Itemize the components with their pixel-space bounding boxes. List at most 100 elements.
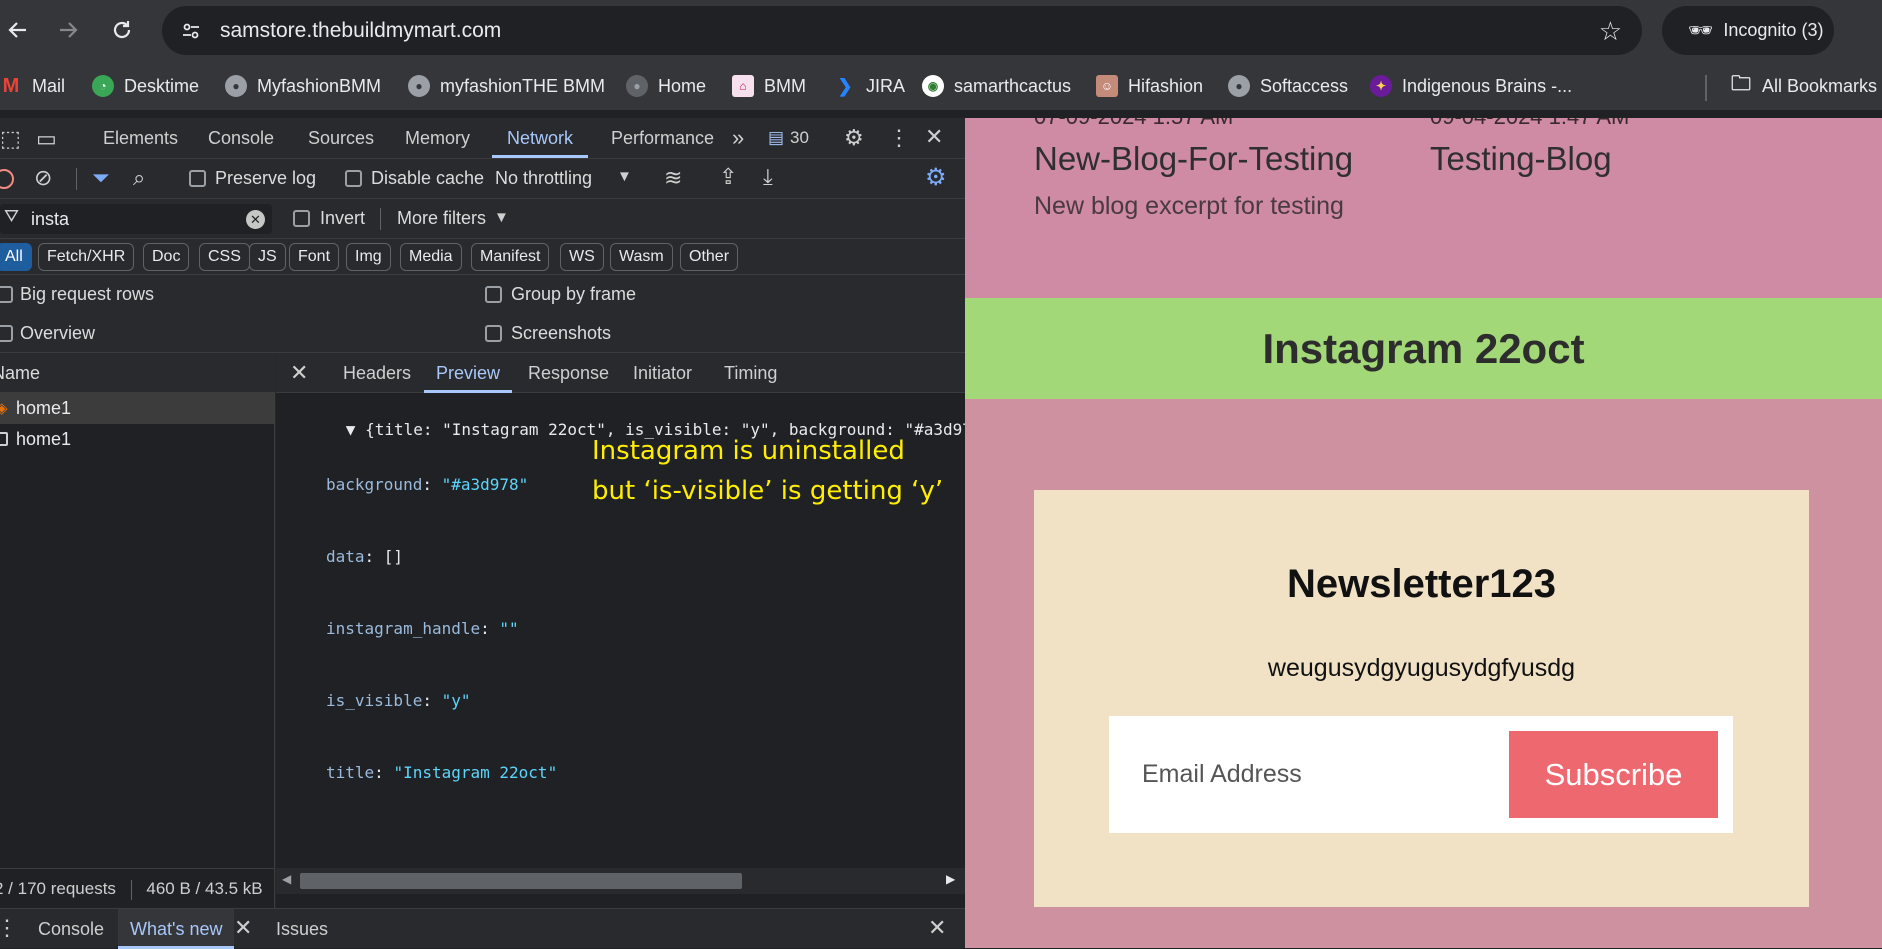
network-settings-gear-icon[interactable]: ⚙ <box>925 163 947 192</box>
type-filter-wasm[interactable]: Wasm <box>610 243 673 271</box>
type-filter-font[interactable]: Font <box>289 243 340 271</box>
screenshots-checkbox[interactable] <box>485 325 502 342</box>
url-text[interactable]: samstore.thebuildmymart.com <box>220 19 501 43</box>
bookmark-indigenous-brains[interactable]: ✦ Indigenous Brains -... <box>1370 73 1572 99</box>
tab-console[interactable]: Console <box>208 118 274 158</box>
blog-title[interactable]: Testing-Blog <box>1430 140 1612 178</box>
tab-initiator[interactable]: Initiator <box>633 353 692 393</box>
bookmark-label: JIRA <box>866 75 906 96</box>
arrow-right-icon <box>60 22 78 38</box>
bookmark-softaccess[interactable]: ● Softaccess <box>1228 73 1348 99</box>
filter-input[interactable]: insta <box>31 209 69 230</box>
messages-icon[interactable]: ▤ <box>768 128 784 148</box>
close-devtools-icon[interactable]: ✕ <box>925 124 943 150</box>
tab-headers[interactable]: Headers <box>343 353 411 393</box>
device-toolbar-icon[interactable]: ▭ <box>36 126 57 152</box>
tab-elements[interactable]: Elements <box>103 118 178 158</box>
import-har-icon[interactable]: ⇪ <box>719 164 737 190</box>
disable-cache-checkbox[interactable] <box>345 170 362 187</box>
devtools-tabbar: ⬚ ▭ Elements Console Sources Memory Netw… <box>0 118 965 159</box>
bookmark-myfashionthebmm[interactable]: ● myfashionTHE BMM <box>408 73 605 99</box>
tab-sources[interactable]: Sources <box>308 118 374 158</box>
tab-network[interactable]: Network <box>492 118 589 158</box>
type-filter-manifest[interactable]: Manifest <box>471 243 550 271</box>
drawer-tab-console[interactable]: Console <box>38 909 104 949</box>
bookmark-myfashionbmm[interactable]: ● MyfashionBMM <box>225 73 381 99</box>
record-stop-icon[interactable] <box>0 169 14 189</box>
request-row[interactable]: home1 <box>0 424 275 455</box>
back-button[interactable] <box>0 12 36 48</box>
drawer-tab-whats-new[interactable]: What's new <box>118 909 235 949</box>
bookmark-desktime[interactable]: ◔ Desktime <box>92 73 199 99</box>
more-filters-button[interactable]: More filters <box>397 208 486 229</box>
preserve-log-checkbox[interactable] <box>189 170 206 187</box>
drawer-tab-issues[interactable]: Issues <box>276 909 328 949</box>
type-filter-css[interactable]: CSS <box>199 243 250 271</box>
clear-icon[interactable]: ⊘ <box>34 165 52 191</box>
bookmark-home[interactable]: ● Home <box>626 73 706 99</box>
all-bookmarks-button[interactable]: 🗀 All Bookmarks <box>1730 73 1877 99</box>
type-filter-doc[interactable]: Doc <box>143 243 190 271</box>
horizontal-scrollbar[interactable]: ◀ ▶ <box>276 868 965 894</box>
throttling-select[interactable]: No throttling <box>495 168 592 189</box>
more-options-icon[interactable]: ⋮ <box>888 125 910 151</box>
big-request-rows-checkbox[interactable] <box>0 286 13 303</box>
close-drawer-icon[interactable]: ✕ <box>928 915 946 941</box>
jira-icon: ❯ <box>837 75 853 96</box>
blog-excerpt: New blog excerpt for testing <box>1034 192 1344 220</box>
throttling-dropdown-icon[interactable]: ▼ <box>617 168 632 185</box>
email-input[interactable] <box>1109 716 1489 833</box>
close-detail-icon[interactable]: ✕ <box>290 360 308 386</box>
scrollbar-thumb[interactable] <box>300 873 742 889</box>
request-row[interactable]: ◈ home1 <box>0 393 275 424</box>
overview-checkbox[interactable] <box>0 325 13 342</box>
globe-icon: ● <box>225 75 247 97</box>
tab-performance[interactable]: Performance <box>611 118 714 158</box>
tab-response[interactable]: Response <box>528 353 609 393</box>
export-har-icon[interactable]: ⤓ <box>763 164 773 190</box>
type-filter-media[interactable]: Media <box>400 243 462 271</box>
close-whats-new-icon[interactable]: ✕ <box>234 915 252 941</box>
more-filters-dropdown-icon[interactable]: ▼ <box>494 209 509 226</box>
group-by-frame-checkbox[interactable] <box>485 286 502 303</box>
scroll-right-icon[interactable]: ▶ <box>946 872 955 886</box>
bookmark-star-icon[interactable]: ☆ <box>1599 16 1622 47</box>
blog-title[interactable]: New-Blog-For-Testing <box>1034 140 1353 178</box>
type-filter-all[interactable]: All <box>0 243 32 271</box>
drawer-menu-icon[interactable]: ⋮ <box>0 915 18 941</box>
bookmark-mail[interactable]: M Mail <box>0 73 65 99</box>
tab-timing[interactable]: Timing <box>724 353 777 393</box>
name-column-header[interactable]: Name <box>0 353 275 393</box>
subscribe-button[interactable]: Subscribe <box>1509 731 1718 818</box>
type-filter-img[interactable]: Img <box>346 243 391 271</box>
search-icon[interactable]: ⌕ <box>133 165 145 191</box>
globe-icon: ● <box>1228 75 1250 97</box>
type-filter-other[interactable]: Other <box>680 243 739 271</box>
forward-button[interactable] <box>50 12 86 48</box>
filter-input-box[interactable]: ⛛ insta ✕ <box>0 204 272 234</box>
filter-funnel-icon[interactable]: ⏷ <box>92 165 110 191</box>
bookmark-samarthcactus[interactable]: ◉ samarthcactus <box>922 73 1071 99</box>
network-conditions-icon[interactable]: ≋ <box>664 165 682 191</box>
address-bar[interactable]: samstore.thebuildmymart.com ☆ <box>162 6 1642 55</box>
type-filter-js[interactable]: JS <box>249 243 286 271</box>
bookmark-hifashion[interactable]: ☺ Hifashion <box>1096 73 1203 99</box>
type-filter-ws[interactable]: WS <box>560 243 604 271</box>
bookmark-label: BMM <box>764 75 806 96</box>
reload-button[interactable] <box>104 12 140 48</box>
clear-filter-icon[interactable]: ✕ <box>246 210 265 229</box>
settings-gear-icon[interactable]: ⚙ <box>844 125 864 151</box>
bookmark-jira[interactable]: ❯ JIRA <box>834 73 905 99</box>
more-tabs-chevron-icon[interactable]: » <box>732 125 744 151</box>
inspect-element-icon[interactable]: ⬚ <box>0 126 21 152</box>
request-name: home1 <box>16 429 72 449</box>
bookmark-bmm[interactable]: ⌂ BMM <box>732 73 806 99</box>
incognito-indicator[interactable]: 🕶 Incognito (3) <box>1662 6 1834 55</box>
tab-preview[interactable]: Preview <box>424 353 513 393</box>
message-count[interactable]: 30 <box>790 118 809 158</box>
type-filter-fetch-xhr[interactable]: Fetch/XHR <box>38 243 135 271</box>
site-info-icon[interactable] <box>176 16 206 46</box>
tab-memory[interactable]: Memory <box>405 118 470 158</box>
invert-checkbox[interactable] <box>293 210 310 227</box>
scroll-left-icon[interactable]: ◀ <box>282 872 291 886</box>
